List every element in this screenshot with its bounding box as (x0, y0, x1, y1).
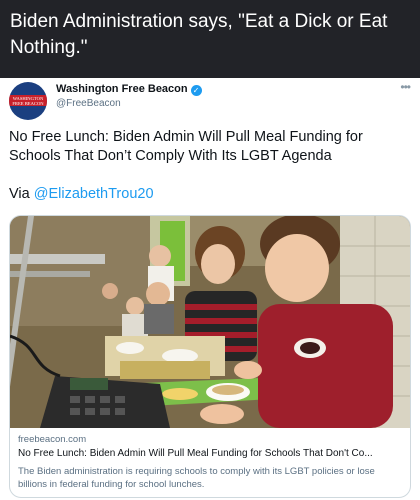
card-description: The Biden administration is requiring sc… (18, 466, 375, 490)
author-name[interactable]: Washington Free Beacon ✓ (56, 83, 202, 96)
card-domain: freebeacon.com (18, 434, 87, 445)
tweet-author: WASHINGTON FREE BEACON Washington Free B… (0, 78, 420, 128)
tweet-card[interactable]: WASHINGTON FREE BEACON Washington Free B… (0, 78, 420, 500)
author-name-text: Washington Free Beacon (56, 83, 188, 95)
meme-caption: Biden Administration says, "Eat a Dick o… (10, 11, 388, 58)
card-image[interactable] (10, 216, 410, 428)
avatar[interactable]: WASHINGTON FREE BEACON (9, 82, 47, 120)
card-title[interactable]: No Free Lunch: Biden Admin Will Pull Mea… (18, 448, 404, 459)
via-prefix: Via (9, 186, 34, 202)
tweet-via: Via @ElizabethTrou20 (9, 186, 154, 202)
avatar-text-bottom: FREE BEACON (12, 101, 44, 106)
meme-caption-bar: Biden Administration says, "Eat a Dick o… (0, 0, 420, 78)
link-preview-card[interactable]: freebeacon.com No Free Lunch: Biden Admi… (9, 215, 411, 498)
mention-link[interactable]: @ElizabethTrou20 (34, 186, 154, 202)
more-options-icon[interactable]: ••• (400, 80, 411, 94)
verified-badge-icon: ✓ (190, 85, 202, 96)
author-handle[interactable]: @FreeBeacon (56, 98, 121, 109)
tweet-text: No Free Lunch: Biden Admin Will Pull Mea… (9, 129, 363, 164)
